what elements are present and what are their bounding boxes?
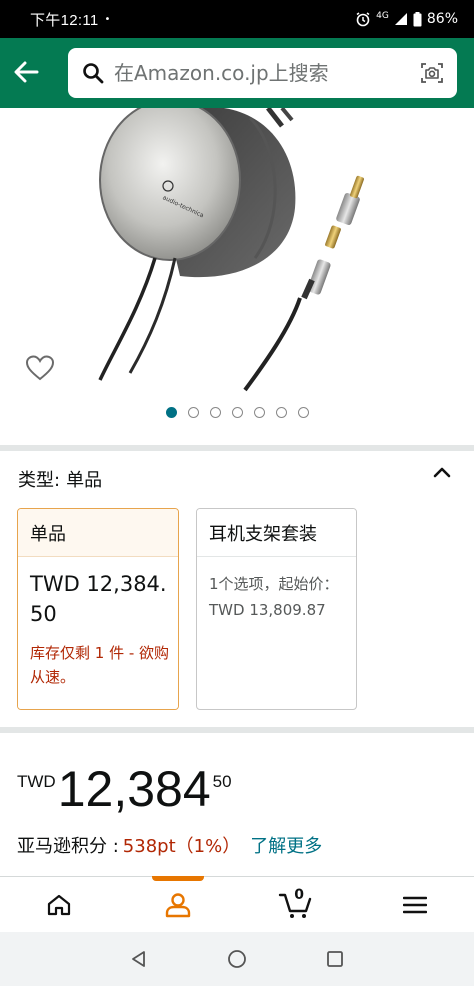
carousel-dot[interactable] <box>165 407 177 418</box>
section-divider <box>0 445 474 451</box>
system-home-button[interactable] <box>222 944 252 974</box>
carousel-dot[interactable] <box>231 407 243 418</box>
active-tab-indicator <box>151 876 204 881</box>
search-icon <box>80 60 106 86</box>
option-title: 单品 <box>18 509 178 557</box>
back-arrow-icon <box>14 61 39 83</box>
back-button[interactable] <box>10 56 42 88</box>
carousel-dot[interactable] <box>275 407 287 418</box>
search-input[interactable] <box>114 61 419 85</box>
variation-option-single[interactable]: 单品 TWD 12,384.50 库存仅剩 1 件 - 欲购从速。 <box>17 508 179 710</box>
points-row: 亚马逊积分 : 538pt（1%） 了解更多 <box>17 832 322 858</box>
square-recents-icon <box>327 951 343 967</box>
battery-icon <box>413 11 422 26</box>
carousel-dot[interactable] <box>209 407 221 418</box>
system-navigation-bar <box>0 932 474 986</box>
price-currency: TWD <box>17 772 56 791</box>
learn-more-link[interactable]: 了解更多 <box>250 832 322 858</box>
status-bar: 下午12:11 • 4G 86% <box>0 0 474 38</box>
product-image[interactable]: audio-technica <box>0 108 474 398</box>
camera-search-icon[interactable] <box>419 60 445 86</box>
search-box[interactable] <box>68 48 457 98</box>
variation-selected-value: 单品 <box>66 470 103 491</box>
wishlist-heart-button[interactable] <box>25 354 55 382</box>
carousel-dot[interactable] <box>297 407 309 418</box>
option-title: 耳机支架套装 <box>197 509 356 557</box>
bottom-navigation: 0 <box>0 876 474 932</box>
nav-home[interactable] <box>0 877 119 932</box>
nav-cart[interactable]: 0 <box>237 877 356 932</box>
status-time: 下午12:11 <box>30 11 99 29</box>
option-start-price: TWD 13,809.87 <box>209 601 326 619</box>
variation-option-stand-set[interactable]: 耳机支架套装 1个选项，起始价： TWD 13,809.87 <box>196 508 357 710</box>
points-value: 538pt（1%） <box>122 836 241 857</box>
nav-account[interactable] <box>119 876 238 932</box>
status-dot: • <box>104 13 111 25</box>
account-icon <box>165 892 190 917</box>
price-whole: 12,384 <box>57 761 211 817</box>
variation-label: 类型: <box>18 470 61 491</box>
home-icon <box>48 894 71 915</box>
status-icons: 4G 86% <box>355 11 458 27</box>
headphones-image: audio-technica <box>98 108 364 392</box>
collapse-variations-button[interactable] <box>430 462 454 482</box>
variation-heading: 类型: 单品 <box>18 466 102 492</box>
triangle-back-icon <box>132 951 145 967</box>
app-header <box>0 38 474 108</box>
points-label: 亚马逊积分 : <box>17 836 119 857</box>
signal-icon <box>394 13 407 25</box>
circle-home-icon <box>228 950 246 968</box>
option-stock-warning: 库存仅剩 1 件 - 欲购从速。 <box>30 644 170 686</box>
hamburger-menu-icon <box>402 896 427 913</box>
option-info: 1个选项，起始价： <box>209 575 339 593</box>
cart-count: 0 <box>294 887 304 903</box>
battery-percent: 86% <box>426 11 458 27</box>
carousel-dot[interactable] <box>253 407 265 418</box>
price-display: TWD 12,384 50 <box>17 762 232 816</box>
section-divider <box>0 727 474 733</box>
network-type: 4G <box>376 10 389 21</box>
system-back-button[interactable] <box>124 944 154 974</box>
alarm-icon <box>356 12 370 27</box>
price-fraction: 50 <box>212 772 232 791</box>
heart-icon <box>25 355 55 381</box>
chevron-up-icon <box>433 467 451 478</box>
carousel-dot[interactable] <box>187 407 199 418</box>
system-recents-button[interactable] <box>320 944 350 974</box>
option-price: TWD 12,384.50 <box>30 572 167 626</box>
image-carousel-dots <box>0 407 474 418</box>
nav-menu[interactable] <box>356 877 474 932</box>
